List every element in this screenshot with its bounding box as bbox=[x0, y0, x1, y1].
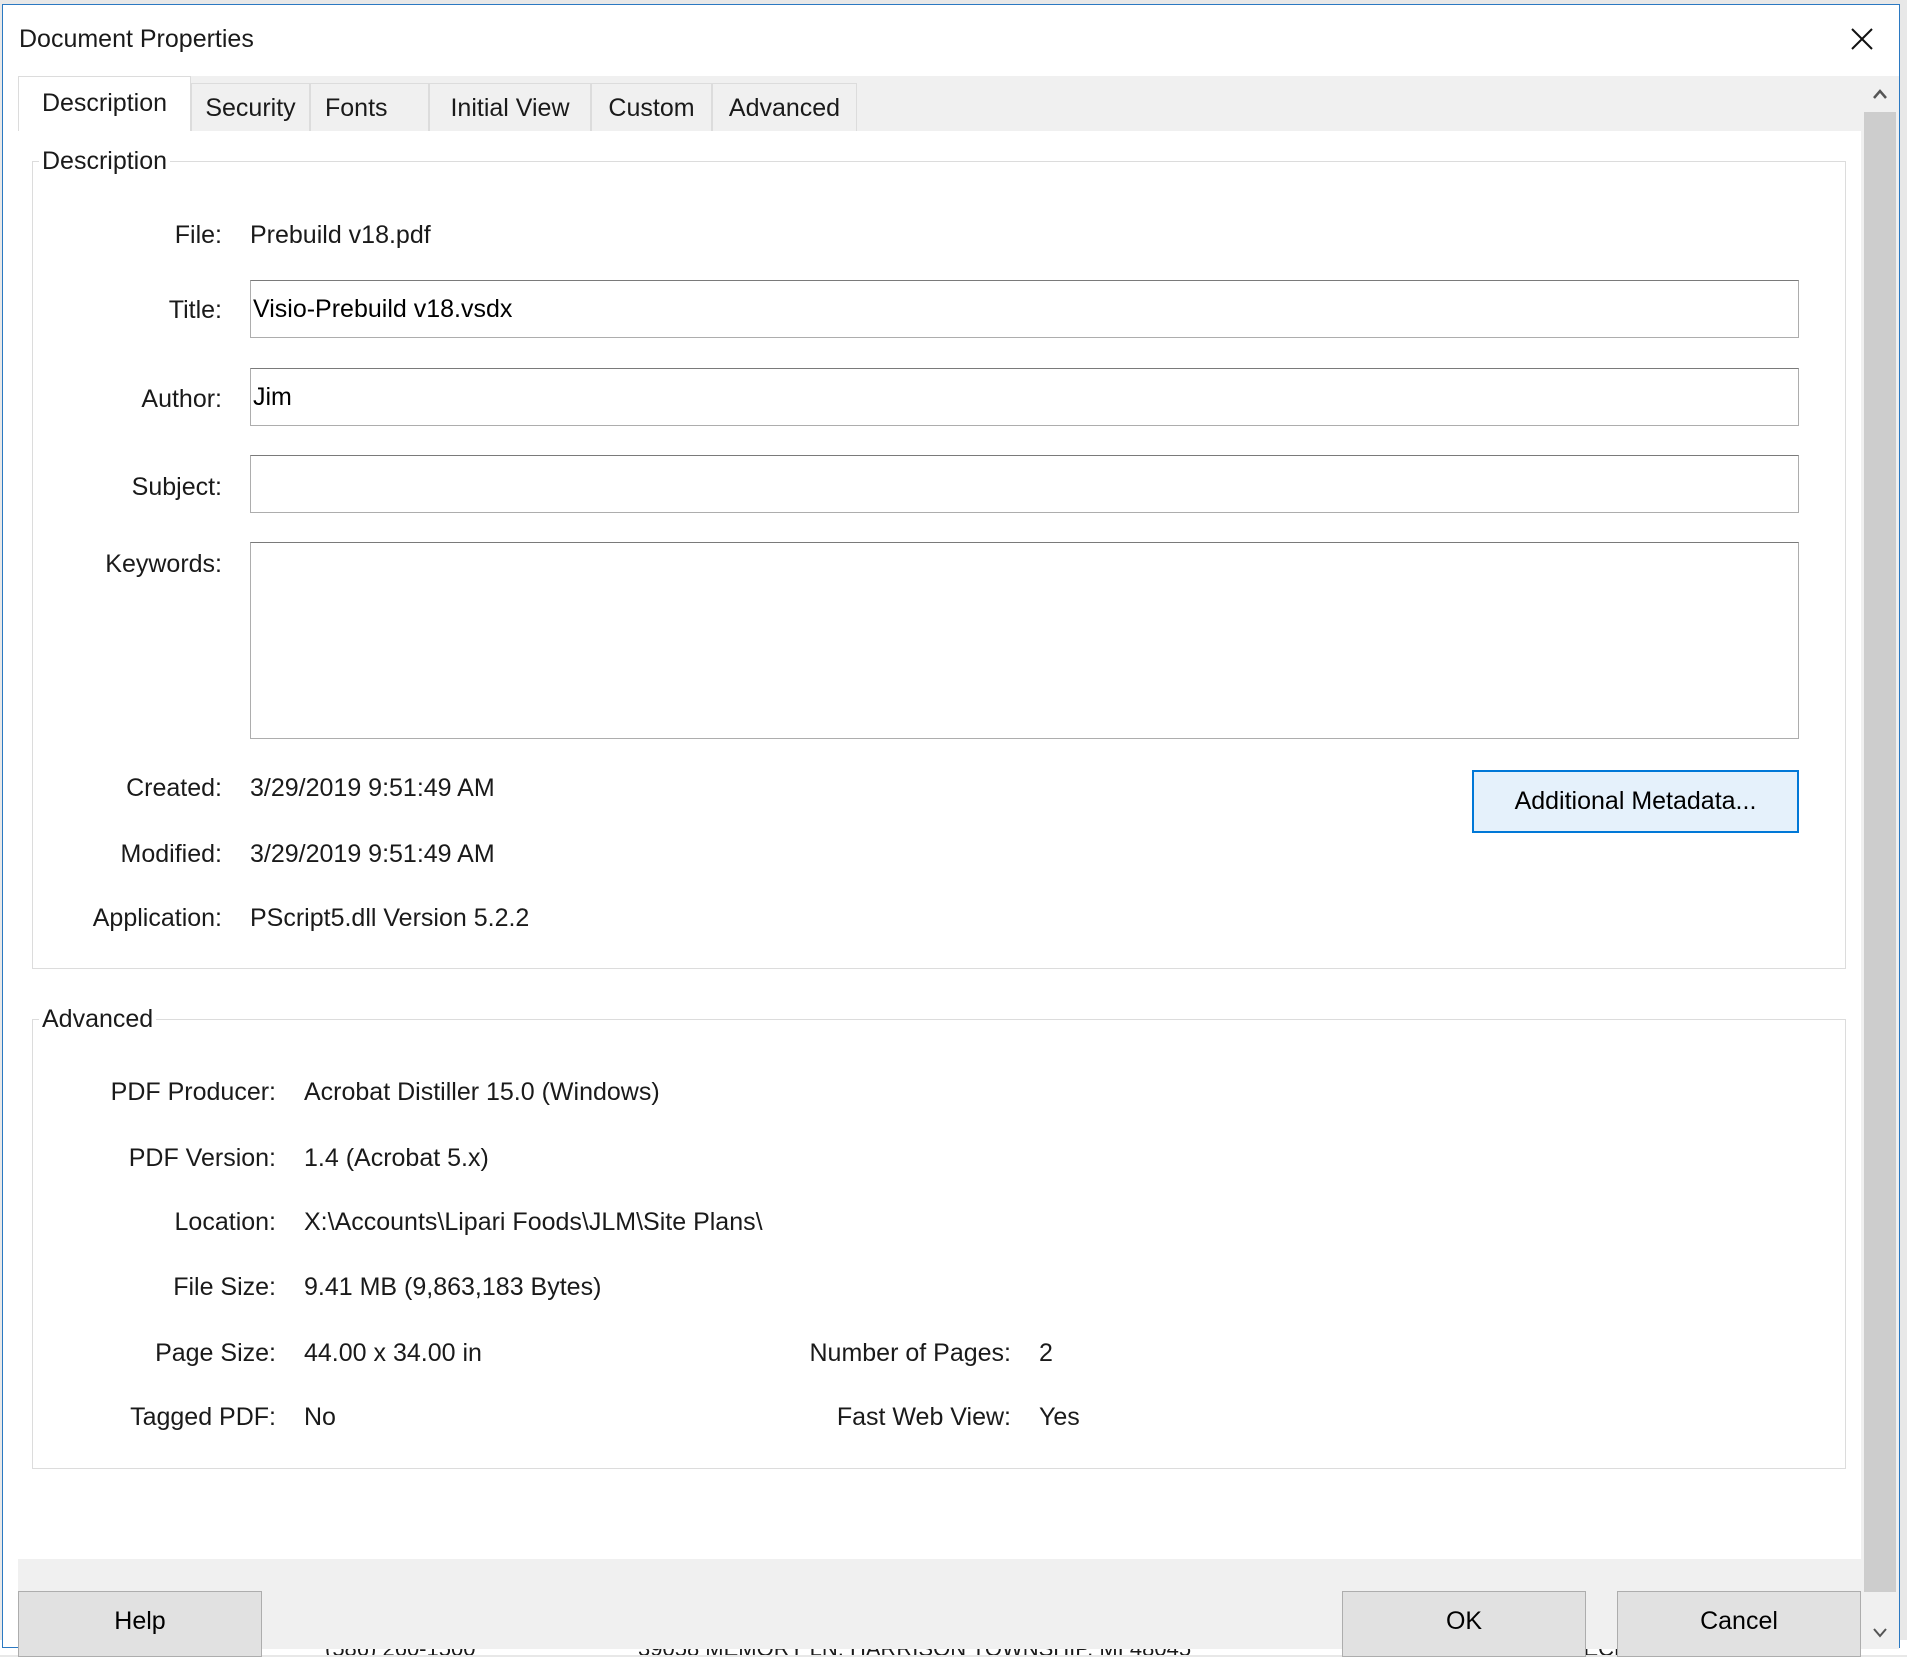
scrollbar-thumb[interactable] bbox=[1864, 112, 1896, 1592]
tab-initial-view[interactable]: Initial View bbox=[429, 83, 591, 132]
created-value: 3/29/2019 9:51:49 AM bbox=[250, 774, 495, 802]
file-label: File: bbox=[174, 221, 222, 249]
number-of-pages-label: Number of Pages: bbox=[809, 1339, 1012, 1367]
pdf-producer-value: Acrobat Distiller 15.0 (Windows) bbox=[304, 1078, 660, 1106]
application-label: Application: bbox=[92, 904, 222, 932]
author-label: Author: bbox=[141, 385, 222, 413]
modified-value: 3/29/2019 9:51:49 AM bbox=[250, 840, 495, 868]
tagged-pdf-label: Tagged PDF: bbox=[130, 1403, 276, 1431]
help-button[interactable]: Help bbox=[18, 1591, 262, 1657]
description-legend: Description bbox=[39, 147, 171, 176]
tab-bar: Description Security Fonts Initial View … bbox=[18, 76, 1861, 133]
document-properties-dialog: Document Properties Description Security… bbox=[2, 4, 1900, 1657]
title-label: Title: bbox=[168, 296, 222, 324]
tab-content: Description File: Prebuild v18.pdf Title… bbox=[18, 131, 1861, 1559]
dialog-title: Document Properties bbox=[19, 25, 254, 53]
vertical-scrollbar[interactable] bbox=[1861, 76, 1899, 1649]
tagged-pdf-value: No bbox=[304, 1403, 336, 1431]
tab-description[interactable]: Description bbox=[18, 76, 191, 133]
author-input[interactable] bbox=[250, 368, 1799, 426]
modified-label: Modified: bbox=[120, 840, 222, 868]
cancel-button[interactable]: Cancel bbox=[1617, 1591, 1861, 1657]
additional-metadata-button[interactable]: Additional Metadata... bbox=[1472, 770, 1799, 833]
pdf-producer-label: PDF Producer: bbox=[110, 1078, 276, 1106]
tab-security[interactable]: Security bbox=[191, 83, 310, 132]
location-label: Location: bbox=[174, 1208, 276, 1236]
close-icon[interactable] bbox=[1848, 25, 1876, 53]
number-of-pages-value: 2 bbox=[1039, 1339, 1053, 1367]
pdf-version-value: 1.4 (Acrobat 5.x) bbox=[304, 1144, 489, 1172]
location-value: X:\Accounts\Lipari Foods\JLM\Site Plans\ bbox=[304, 1208, 763, 1236]
created-label: Created: bbox=[126, 774, 222, 802]
scroll-down-icon[interactable] bbox=[1872, 1626, 1888, 1638]
page-size-value: 44.00 x 34.00 in bbox=[304, 1339, 482, 1367]
button-bar: Help OK Cancel bbox=[18, 1559, 1861, 1657]
tab-custom[interactable]: Custom bbox=[591, 83, 712, 132]
advanced-legend: Advanced bbox=[39, 1005, 157, 1034]
subject-label: Subject: bbox=[131, 473, 222, 501]
tab-advanced[interactable]: Advanced bbox=[712, 83, 857, 132]
page-size-label: Page Size: bbox=[155, 1339, 276, 1367]
keywords-input[interactable] bbox=[250, 542, 1799, 739]
pdf-version-label: PDF Version: bbox=[128, 1144, 276, 1172]
application-value: PScript5.dll Version 5.2.2 bbox=[250, 904, 530, 932]
file-value: Prebuild v18.pdf bbox=[250, 221, 431, 249]
fast-web-view-label: Fast Web View: bbox=[836, 1403, 1011, 1431]
file-size-value: 9.41 MB (9,863,183 Bytes) bbox=[304, 1273, 602, 1301]
scroll-up-icon[interactable] bbox=[1872, 88, 1888, 100]
ok-button[interactable]: OK bbox=[1342, 1591, 1586, 1657]
fast-web-view-value: Yes bbox=[1039, 1403, 1080, 1431]
tab-fonts[interactable]: Fonts bbox=[310, 83, 429, 132]
title-input[interactable] bbox=[250, 280, 1799, 338]
subject-input[interactable] bbox=[250, 455, 1799, 513]
keywords-label: Keywords: bbox=[105, 550, 222, 578]
file-size-label: File Size: bbox=[173, 1273, 276, 1301]
